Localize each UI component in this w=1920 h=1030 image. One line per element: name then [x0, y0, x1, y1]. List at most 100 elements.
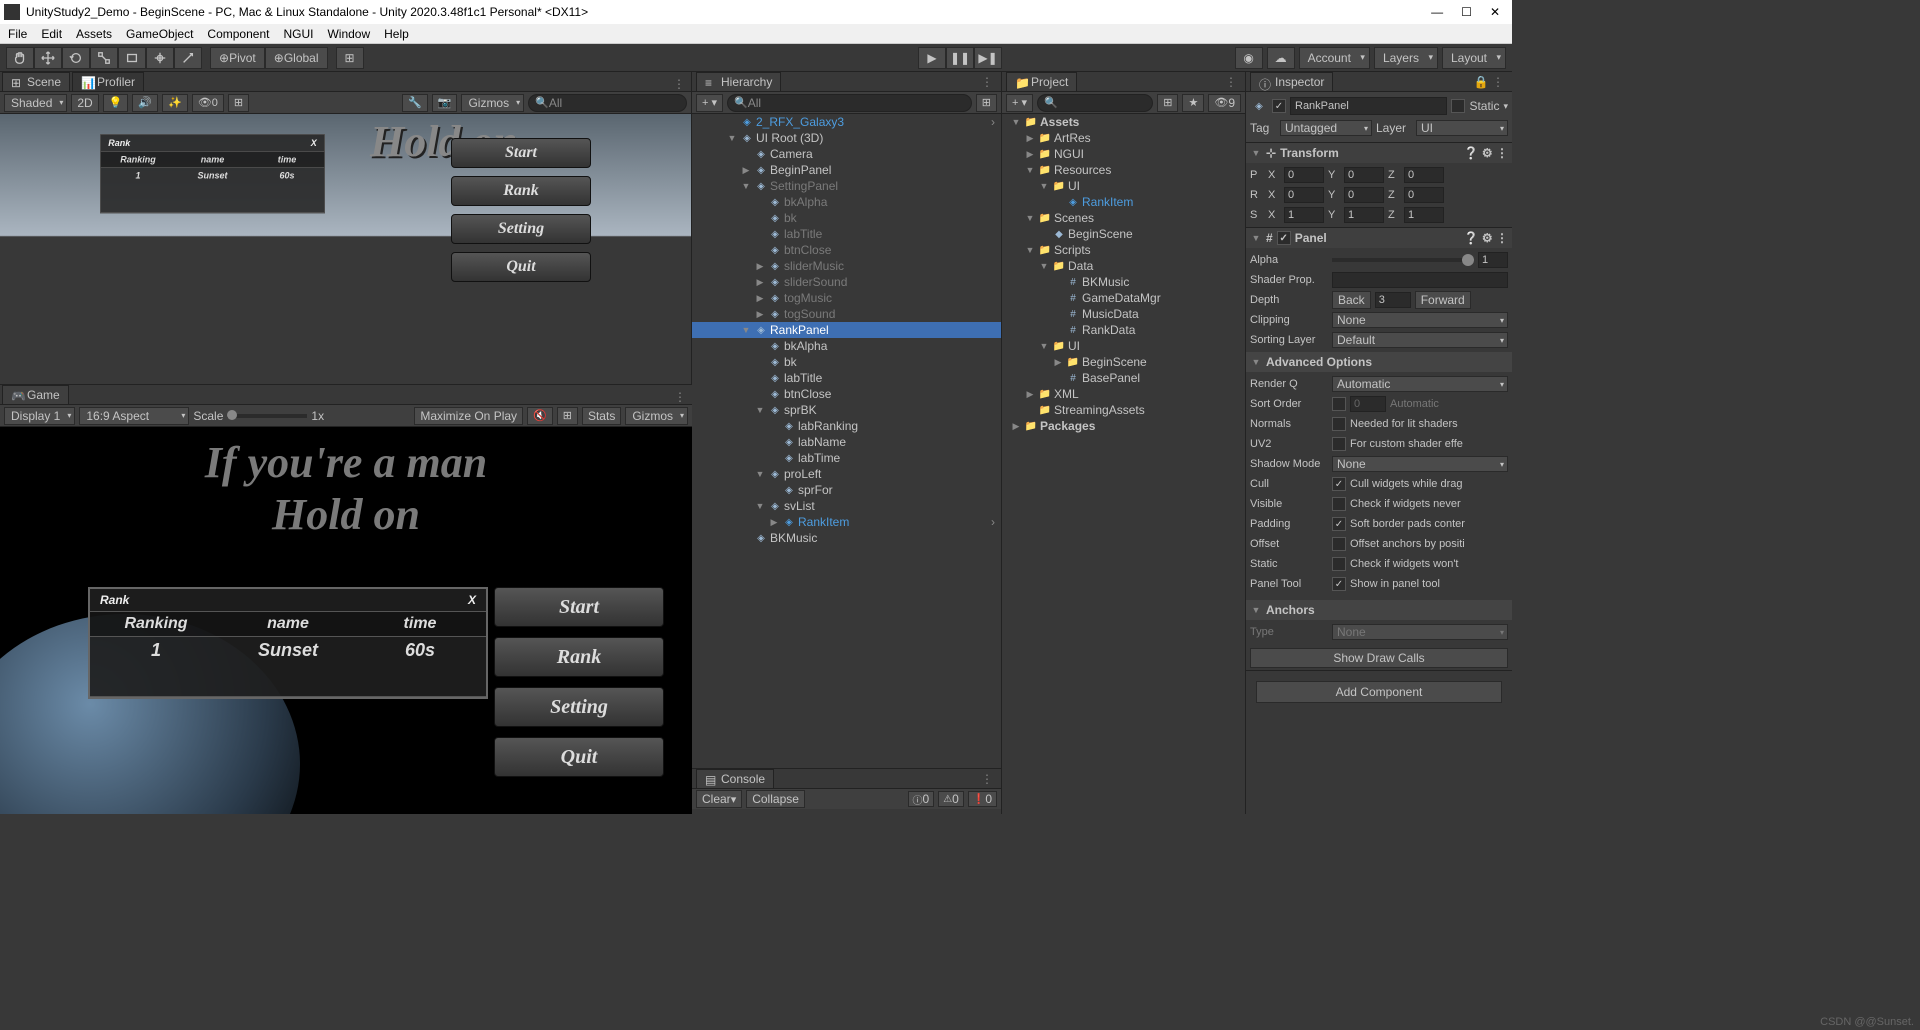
- pos-z[interactable]: [1404, 167, 1444, 183]
- tree-row[interactable]: ▼📁Scenes: [1002, 210, 1245, 226]
- alpha-value[interactable]: [1478, 252, 1508, 268]
- display-dropdown[interactable]: Display 1: [4, 407, 75, 425]
- transform-tool[interactable]: [146, 47, 174, 69]
- menu-assets[interactable]: Assets: [76, 27, 112, 41]
- collab-button[interactable]: ◉: [1235, 47, 1263, 69]
- tree-row[interactable]: ▶📁XML: [1002, 386, 1245, 402]
- console-collapse[interactable]: Collapse: [746, 790, 805, 808]
- tab-console[interactable]: ▤Console: [696, 769, 774, 788]
- tree-row[interactable]: ▼📁UI: [1002, 178, 1245, 194]
- tree-row[interactable]: ◈bkAlpha: [692, 194, 1001, 210]
- tree-row[interactable]: ▶📁NGUI: [1002, 146, 1245, 162]
- info-count[interactable]: ⓘ 0: [908, 791, 935, 807]
- tree-row[interactable]: ◈bk: [692, 354, 1001, 370]
- tree-row[interactable]: ◈sprFor: [692, 482, 1001, 498]
- tree-row[interactable]: ▼📁UI: [1002, 338, 1245, 354]
- inspector-lock-icon[interactable]: 🔒 ⋮: [1470, 75, 1508, 89]
- sort-checkbox[interactable]: [1332, 397, 1346, 411]
- menu-edit[interactable]: Edit: [41, 27, 62, 41]
- tree-row[interactable]: #BasePanel: [1002, 370, 1245, 386]
- minimize-button[interactable]: —: [1431, 5, 1443, 19]
- menu-component[interactable]: Component: [207, 27, 269, 41]
- clipping-dropdown[interactable]: None: [1332, 312, 1508, 328]
- project-tree[interactable]: ▼📁Assets▶📁ArtRes▶📁NGUI▼📁Resources▼📁UI◈Ra…: [1002, 114, 1245, 814]
- menu-gameobject[interactable]: GameObject: [126, 27, 193, 41]
- vsync-icon[interactable]: ⊞: [557, 407, 578, 425]
- tree-row[interactable]: ▶◈RankItem›: [692, 514, 1001, 530]
- tree-row[interactable]: ◈bkAlpha: [692, 338, 1001, 354]
- snap-button[interactable]: ⊞: [336, 47, 364, 69]
- tree-row[interactable]: ◈bk: [692, 210, 1001, 226]
- step-button[interactable]: ▶❚: [974, 47, 1002, 69]
- max-on-play[interactable]: Maximize On Play: [414, 407, 523, 425]
- scl-y[interactable]: [1344, 207, 1384, 223]
- rotate-tool[interactable]: [62, 47, 90, 69]
- tree-row[interactable]: ◈2_RFX_Galaxy3›: [692, 114, 1001, 130]
- rot-y[interactable]: [1344, 187, 1384, 203]
- shader-prop[interactable]: [1332, 272, 1508, 288]
- gizmos-dropdown[interactable]: Gizmos: [461, 94, 524, 112]
- add-component-button[interactable]: Add Component: [1256, 681, 1502, 703]
- tree-row[interactable]: ◈labTitle: [692, 226, 1001, 242]
- cull-checkbox[interactable]: ✓: [1332, 477, 1346, 491]
- warn-count[interactable]: ⚠ 0: [938, 791, 964, 807]
- anchor-type-dropdown[interactable]: None: [1332, 624, 1508, 640]
- tree-row[interactable]: ▶📁Packages: [1002, 418, 1245, 434]
- tree-row[interactable]: #GameDataMgr: [1002, 290, 1245, 306]
- custom-tool[interactable]: [174, 47, 202, 69]
- lighting-icon[interactable]: 💡: [103, 94, 129, 112]
- scl-x[interactable]: [1284, 207, 1324, 223]
- scale-tool[interactable]: [90, 47, 118, 69]
- sort-value[interactable]: [1350, 396, 1386, 412]
- hierarchy-filter-icon[interactable]: ⊞: [976, 94, 997, 112]
- scale-slider[interactable]: [227, 414, 307, 418]
- hidden-icon[interactable]: 👁9: [1208, 94, 1241, 112]
- tree-row[interactable]: ◈labTitle: [692, 370, 1001, 386]
- fx-icon[interactable]: ✨: [162, 94, 188, 112]
- pos-y[interactable]: [1344, 167, 1384, 183]
- console-menu-icon[interactable]: ⋮: [977, 772, 997, 786]
- tree-row[interactable]: ▶◈BeginPanel: [692, 162, 1001, 178]
- global-toggle[interactable]: ⊕Global: [265, 47, 328, 69]
- tree-row[interactable]: ◈btnClose: [692, 242, 1001, 258]
- layout-dropdown[interactable]: Layout: [1442, 47, 1506, 69]
- move-tool[interactable]: [34, 47, 62, 69]
- tree-row[interactable]: 📁StreamingAssets: [1002, 402, 1245, 418]
- filter-icon[interactable]: ⊞: [1157, 94, 1178, 112]
- tree-row[interactable]: #RankData: [1002, 322, 1245, 338]
- paneltool-checkbox[interactable]: ✓: [1332, 577, 1346, 591]
- static-dropdown-icon[interactable]: ▾: [1503, 101, 1508, 112]
- depth-back[interactable]: Back: [1332, 291, 1371, 309]
- tree-row[interactable]: ▼◈RankPanel: [692, 322, 1001, 338]
- scene-search[interactable]: 🔍 All: [528, 94, 687, 112]
- scl-z[interactable]: [1404, 207, 1444, 223]
- project-menu-icon[interactable]: ⋮: [1221, 75, 1241, 89]
- tab-game[interactable]: 🎮Game: [2, 385, 69, 404]
- stats-button[interactable]: Stats: [582, 407, 621, 425]
- pause-button[interactable]: ❚❚: [946, 47, 974, 69]
- tree-row[interactable]: ◈btnClose: [692, 386, 1001, 402]
- hierarchy-lock-icon[interactable]: ⋮: [977, 75, 997, 89]
- shadow-dropdown[interactable]: None: [1332, 456, 1508, 472]
- grid-icon[interactable]: ⊞: [228, 94, 249, 112]
- show-draw-calls[interactable]: Show Draw Calls: [1250, 648, 1508, 668]
- tree-row[interactable]: ▼◈proLeft: [692, 466, 1001, 482]
- shading-dropdown[interactable]: Shaded: [4, 94, 67, 112]
- tree-row[interactable]: ▶◈togMusic: [692, 290, 1001, 306]
- pivot-toggle[interactable]: ⊕Pivot: [210, 47, 265, 69]
- tab-profiler[interactable]: 📊Profiler: [72, 72, 144, 91]
- tree-row[interactable]: ▼📁Assets: [1002, 114, 1245, 130]
- tree-row[interactable]: ◈BKMusic: [692, 530, 1001, 546]
- layer-dropdown[interactable]: UI: [1416, 120, 1508, 136]
- aspect-dropdown[interactable]: 16:9 Aspect: [79, 407, 189, 425]
- static-panel-checkbox[interactable]: [1332, 557, 1346, 571]
- game-gizmos[interactable]: Gizmos: [625, 407, 688, 425]
- mode-2d[interactable]: 2D: [71, 94, 98, 112]
- error-count[interactable]: ❗0: [968, 791, 997, 807]
- visible-checkbox[interactable]: [1332, 497, 1346, 511]
- hierarchy-search[interactable]: 🔍 All: [727, 94, 972, 112]
- menu-ngui[interactable]: NGUI: [283, 27, 313, 41]
- tree-row[interactable]: ▼◈svList: [692, 498, 1001, 514]
- tab-menu-icon[interactable]: ⋮: [669, 77, 689, 91]
- play-button[interactable]: ▶: [918, 47, 946, 69]
